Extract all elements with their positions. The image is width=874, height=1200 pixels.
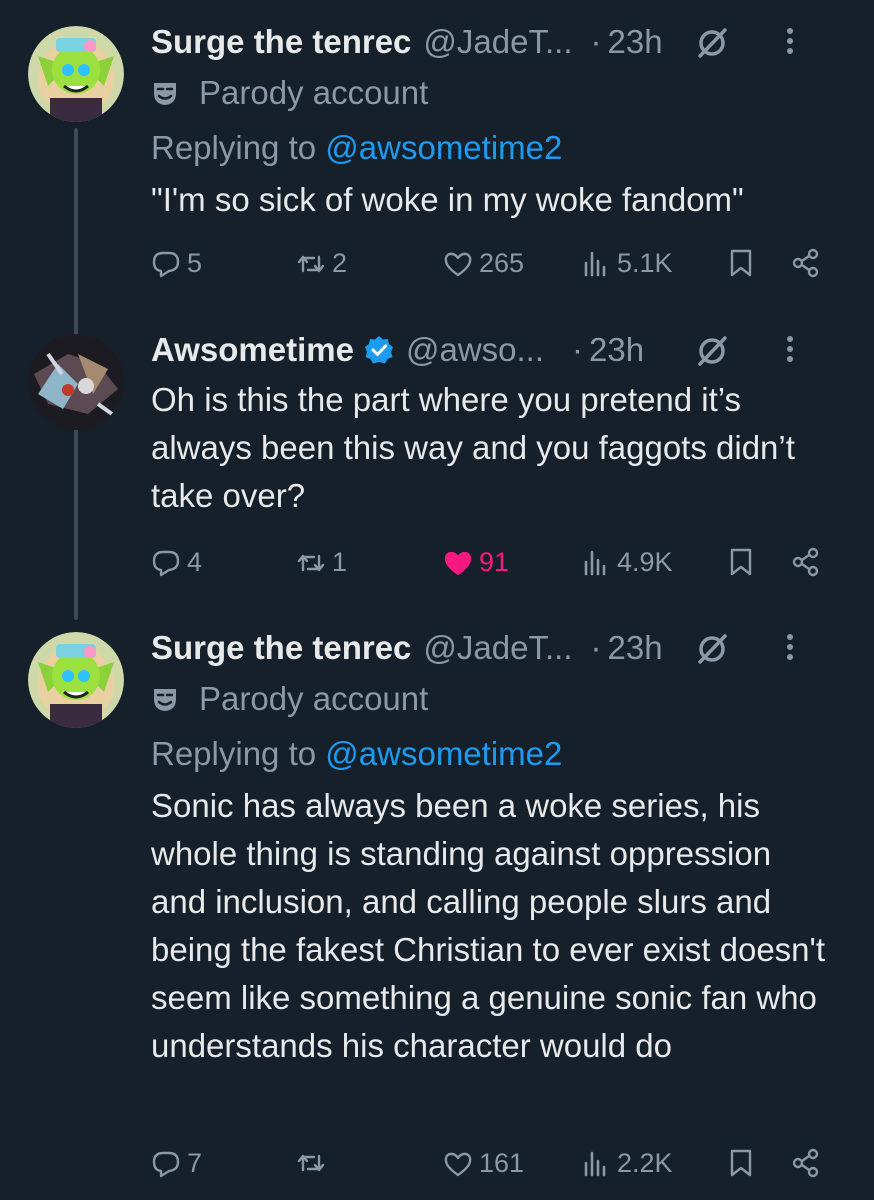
tweet-header: Surge the tenrec @JadeT... · 23h — [151, 20, 834, 64]
views-icon — [584, 1151, 606, 1176]
parody-mask-icon — [154, 83, 176, 105]
action-bar: 7 161 2.2K — [151, 1148, 841, 1188]
parody-badge: Parody account — [151, 70, 834, 116]
views-button[interactable]: 5.1K — [581, 248, 673, 279]
views-icon — [584, 550, 606, 575]
separator-dot: · — [590, 23, 602, 60]
like-count: 91 — [479, 547, 510, 577]
share-icon — [792, 547, 819, 577]
share-button[interactable] — [791, 1148, 827, 1178]
timestamp[interactable]: 23h — [608, 23, 663, 61]
tweet-text: "I'm so sick of woke in my woke fandom" — [151, 181, 744, 218]
tweet-text: Oh is this the part where you pretend it… — [151, 381, 795, 514]
views-count: 4.9K — [617, 547, 673, 577]
repost-button[interactable]: 2 — [296, 248, 347, 279]
repost-count: 2 — [332, 248, 348, 278]
heart-icon — [444, 252, 472, 276]
parody-mask-icon — [154, 689, 176, 711]
grok-icon[interactable] — [695, 334, 729, 368]
reply-count: 4 — [187, 547, 203, 577]
separator-dot: · — [590, 629, 602, 666]
author-handle[interactable]: @awso... — [406, 331, 544, 369]
reply-count: 5 — [187, 248, 203, 278]
parody-badge: Parody account — [151, 676, 834, 722]
action-bar: 5 2 265 5.1K — [151, 248, 841, 288]
bookmark-icon — [730, 548, 752, 576]
replying-handle-link[interactable]: @awsometime2 — [325, 735, 562, 772]
author-name[interactable]: Surge the tenrec — [151, 23, 411, 61]
bookmark-icon — [730, 1149, 752, 1177]
timestamp[interactable]: 23h — [608, 629, 663, 667]
separator-dot: · — [572, 331, 584, 368]
views-count: 5.1K — [617, 248, 673, 278]
views-icon — [584, 251, 606, 276]
replying-prefix: Replying to — [151, 735, 317, 772]
tweet-header: Surge the tenrec @JadeT... · 23h — [151, 626, 834, 670]
repost-icon — [297, 554, 325, 571]
views-button[interactable]: 2.2K — [581, 1148, 673, 1179]
bookmark-button[interactable] — [726, 248, 762, 278]
replying-handle-link[interactable]: @awsometime2 — [325, 129, 562, 166]
reply-icon — [152, 1151, 180, 1177]
author-name[interactable]: Surge the tenrec — [151, 629, 411, 667]
more-icon[interactable] — [784, 332, 796, 368]
like-button[interactable]: 91 — [443, 547, 509, 578]
repost-button[interactable] — [296, 1148, 332, 1178]
author-handle[interactable]: @JadeT... — [423, 629, 572, 667]
grok-icon[interactable] — [695, 26, 729, 60]
bookmark-button[interactable] — [726, 1148, 762, 1178]
author-handle[interactable]: @JadeT... — [423, 23, 572, 61]
like-button[interactable]: 161 — [443, 1148, 524, 1179]
verified-badge-icon — [364, 336, 393, 364]
tweet[interactable]: Awsometime @awso... · 23h Oh is this the… — [0, 310, 874, 600]
more-icon[interactable] — [784, 24, 796, 60]
timestamp[interactable]: 23h — [589, 331, 644, 369]
share-button[interactable] — [791, 248, 827, 278]
repost-button[interactable]: 1 — [296, 547, 347, 578]
reply-icon — [152, 251, 180, 277]
reply-icon — [152, 550, 180, 576]
parody-label: Parody account — [199, 680, 429, 717]
share-icon — [792, 248, 819, 278]
like-button[interactable]: 265 — [443, 248, 524, 279]
tweet-header: Awsometime @awso... · 23h — [151, 328, 834, 372]
views-count: 2.2K — [617, 1148, 673, 1178]
author-name[interactable]: Awsometime — [151, 331, 354, 369]
reply-button[interactable]: 4 — [151, 547, 202, 578]
like-count: 265 — [479, 248, 525, 278]
grok-icon[interactable] — [695, 632, 729, 666]
share-button[interactable] — [791, 547, 827, 577]
reply-button[interactable]: 5 — [151, 248, 202, 279]
replying-to: Replying to @awsometime2 — [151, 126, 834, 170]
views-button[interactable]: 4.9K — [581, 547, 673, 578]
avatar-surge[interactable] — [28, 26, 124, 122]
avatar-surge[interactable] — [28, 632, 124, 728]
avatar-awsometime[interactable] — [28, 334, 124, 430]
heart-icon — [444, 1152, 472, 1176]
bookmark-icon — [730, 249, 752, 277]
tweet-text: Sonic has always been a woke series, his… — [151, 787, 826, 1064]
tweet[interactable]: Surge the tenrec @JadeT... · 23h Parody … — [0, 0, 874, 300]
replying-prefix: Replying to — [151, 129, 317, 166]
parody-label: Parody account — [199, 74, 429, 111]
bookmark-button[interactable] — [726, 547, 762, 577]
reply-button[interactable]: 7 — [151, 1148, 202, 1179]
tweet[interactable]: Surge the tenrec @JadeT... · 23h Parody … — [0, 608, 874, 1200]
repost-icon — [297, 1154, 325, 1172]
like-count: 161 — [479, 1148, 525, 1178]
replying-to: Replying to @awsometime2 — [151, 732, 834, 776]
reply-count: 7 — [187, 1148, 203, 1178]
action-bar: 4 1 91 4.9K — [151, 547, 841, 587]
repost-icon — [297, 255, 325, 272]
repost-count: 1 — [332, 547, 348, 577]
share-icon — [792, 1148, 819, 1178]
heart-icon — [444, 551, 472, 575]
more-icon[interactable] — [784, 630, 796, 666]
